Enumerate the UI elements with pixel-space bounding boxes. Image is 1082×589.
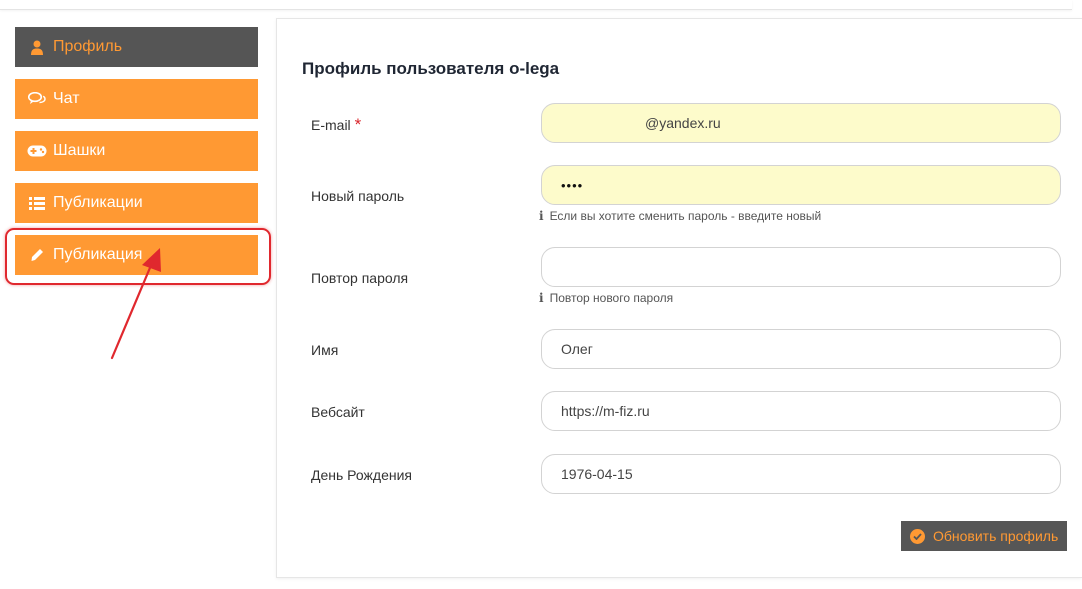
sidebar-item-label: Профиль bbox=[53, 38, 123, 55]
email-label-text: E-mail bbox=[311, 117, 351, 133]
new-password-hint-text: Если вы хотите сменить пароль - введите … bbox=[549, 209, 822, 223]
info-icon: i bbox=[539, 209, 544, 223]
new-password-hint: i Если вы хотите сменить пароль - введите… bbox=[539, 209, 821, 223]
repeat-password-field[interactable] bbox=[541, 247, 1061, 287]
new-password-value: •••• bbox=[561, 177, 584, 193]
sidebar-item-label: Чат bbox=[53, 90, 80, 107]
website-label: Вебсайт bbox=[311, 404, 365, 420]
sidebar: Профиль Чат Шашки Публикации Публикация bbox=[15, 27, 258, 287]
email-label: E-mail * bbox=[311, 115, 361, 135]
top-bar bbox=[0, 0, 1072, 10]
user-icon bbox=[27, 37, 47, 57]
sidebar-item-label: Публикации bbox=[53, 194, 143, 211]
repeat-password-hint: i Повтор нового пароля bbox=[539, 291, 673, 305]
sidebar-item-profile[interactable]: Профиль bbox=[15, 27, 258, 67]
repeat-password-hint-text: Повтор нового пароля bbox=[549, 291, 674, 305]
page-title: Профиль пользователя o-lega bbox=[302, 59, 560, 78]
birthday-label: День Рождения bbox=[311, 467, 412, 483]
update-profile-button[interactable]: Обновить профиль bbox=[901, 521, 1067, 551]
new-password-label: Новый пароль bbox=[311, 188, 405, 204]
profile-panel: Профиль пользователя o-lega E-mail * @yan… bbox=[276, 18, 1082, 578]
name-value: Олег bbox=[561, 341, 593, 357]
name-field[interactable]: Олег bbox=[541, 329, 1061, 369]
sidebar-item-publications[interactable]: Публикации bbox=[15, 183, 258, 223]
website-value: https://m-fiz.ru bbox=[561, 403, 650, 419]
repeat-password-label: Повтор пароля bbox=[311, 270, 409, 286]
list-icon bbox=[27, 193, 47, 213]
check-circle-icon bbox=[910, 528, 925, 544]
required-mark: * bbox=[354, 115, 362, 134]
sidebar-item-checkers[interactable]: Шашки bbox=[15, 131, 258, 171]
birthday-field[interactable]: 1976-04-15 bbox=[541, 454, 1061, 494]
gamepad-icon bbox=[27, 141, 47, 161]
sidebar-item-label: Публикация bbox=[53, 246, 143, 263]
pencil-icon bbox=[27, 245, 47, 265]
new-password-field[interactable]: •••• bbox=[541, 165, 1061, 205]
sidebar-item-label: Шашки bbox=[53, 142, 106, 159]
sidebar-item-chat[interactable]: Чат bbox=[15, 79, 258, 119]
sidebar-item-publication[interactable]: Публикация bbox=[15, 235, 258, 275]
email-value: @yandex.ru bbox=[645, 115, 721, 131]
info-icon: i bbox=[539, 291, 544, 305]
name-label: Имя bbox=[311, 342, 339, 358]
chat-icon bbox=[27, 89, 47, 109]
update-profile-label: Обновить профиль bbox=[933, 528, 1059, 544]
website-field[interactable]: https://m-fiz.ru bbox=[541, 391, 1061, 431]
email-field[interactable]: @yandex.ru bbox=[541, 103, 1061, 143]
birthday-value: 1976-04-15 bbox=[561, 466, 633, 482]
